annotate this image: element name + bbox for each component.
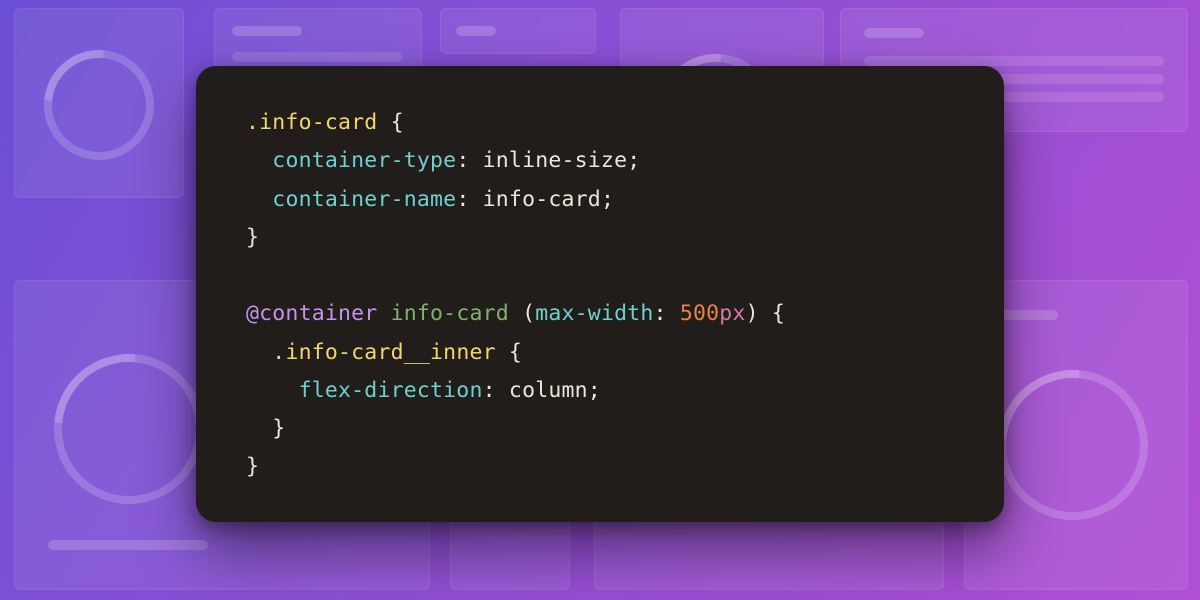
value: column bbox=[509, 378, 588, 403]
property: container-type bbox=[272, 148, 456, 173]
selector: .info-card bbox=[246, 110, 377, 135]
container-name: info-card bbox=[391, 301, 509, 326]
brace-open: { bbox=[391, 110, 404, 135]
brace-open: { bbox=[772, 301, 785, 326]
code-panel: .info-card { container-type: inline-size… bbox=[196, 66, 1004, 522]
property: container-name bbox=[272, 187, 456, 212]
selector: .info-card__inner bbox=[272, 340, 495, 365]
code-block[interactable]: .info-card { container-type: inline-size… bbox=[246, 104, 954, 487]
unit: px bbox=[719, 301, 745, 326]
bg-card bbox=[14, 8, 184, 198]
brace-close: } bbox=[246, 454, 259, 479]
condition-key: max-width bbox=[535, 301, 653, 326]
property: flex-direction bbox=[299, 378, 483, 403]
number: 500 bbox=[680, 301, 719, 326]
at-rule-keyword: @container bbox=[246, 301, 377, 326]
brace-open: { bbox=[509, 340, 522, 365]
bg-card bbox=[440, 8, 596, 54]
value: inline-size bbox=[483, 148, 628, 173]
brace-close: } bbox=[272, 416, 285, 441]
value: info-card bbox=[483, 187, 601, 212]
brace-close: } bbox=[246, 225, 259, 250]
